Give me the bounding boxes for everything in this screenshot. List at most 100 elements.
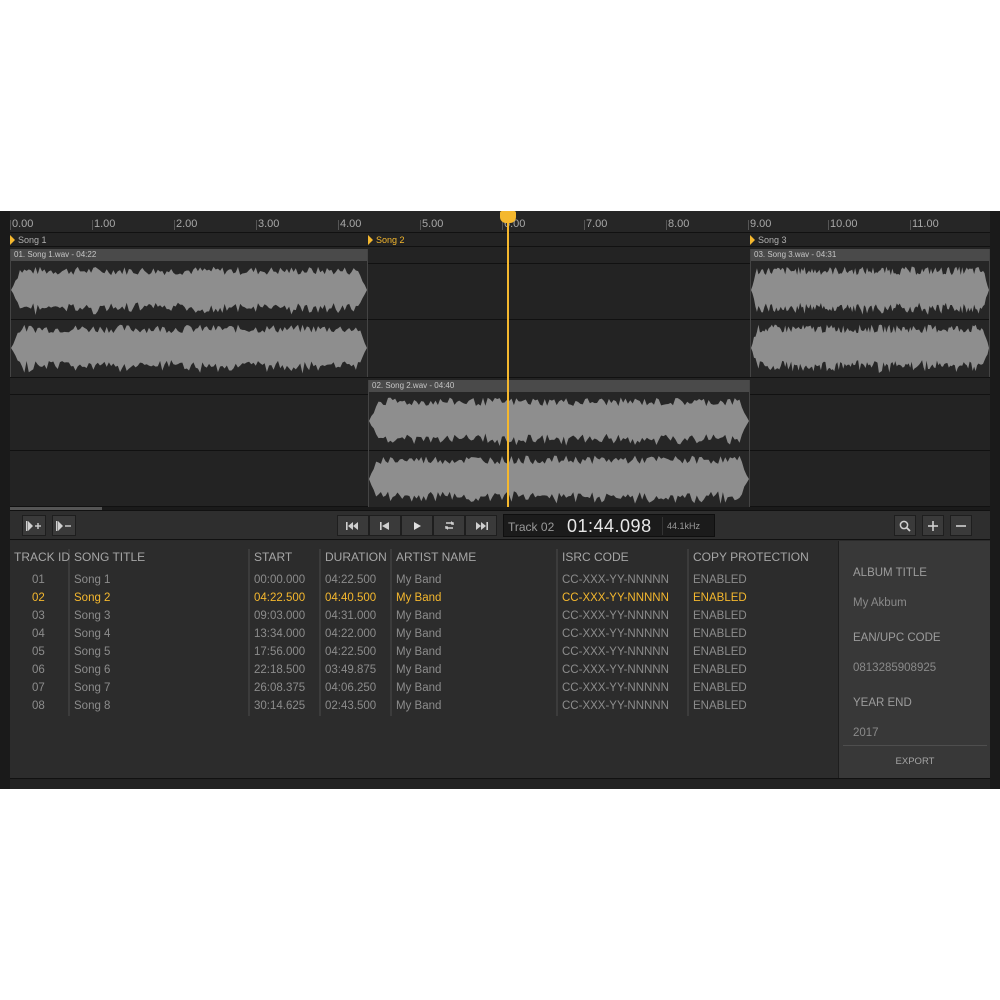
loop-button[interactable] — [433, 515, 465, 536]
cell-duration: 04:06.250 — [325, 682, 377, 694]
ruler-tick: 1.00 — [91, 218, 116, 230]
cell-isrc: CC-XXX-YY-NNNNN — [562, 682, 669, 694]
audio-clip-song-3[interactable]: 03. Song 3.wav - 04:31 — [750, 249, 990, 377]
waveform-right-channel — [11, 321, 367, 375]
cell-artist: My Band — [396, 628, 442, 640]
marker-flag-icon — [368, 235, 373, 245]
cell-isrc: CC-XXX-YY-NNNNN — [562, 610, 669, 622]
cell-song-title: Song 1 — [74, 574, 111, 586]
app-window: 0.00 1.00 2.00 3.00 4.00 5.00 6.00 7.00 … — [0, 211, 1000, 789]
cell-artist: My Band — [396, 610, 442, 622]
cell-duration: 04:22.500 — [325, 646, 377, 658]
cell-duration: 02:43.500 — [325, 700, 377, 712]
sample-rate: 44.1kHz — [662, 517, 700, 535]
header-isrc[interactable]: ISRC CODE — [562, 550, 629, 564]
cell-start: 26:08.375 — [254, 682, 306, 694]
plus-icon — [928, 520, 938, 531]
playhead-handle[interactable] — [500, 211, 516, 223]
lane-guide — [10, 394, 368, 395]
zoom-button[interactable] — [894, 515, 916, 536]
cell-protection: ENABLED — [693, 646, 747, 658]
cell-protection: ENABLED — [693, 664, 747, 676]
header-duration[interactable]: DURATION — [325, 550, 387, 564]
year-end-field[interactable]: 2017 — [853, 727, 879, 739]
cell-track-id: 03 — [32, 610, 45, 622]
ruler-tick: 5.00 — [419, 218, 444, 230]
column-separator — [319, 549, 321, 716]
current-time: 01:44.098 — [567, 516, 652, 536]
cell-song-title: Song 4 — [74, 628, 111, 640]
column-separator — [248, 549, 250, 716]
header-protection[interactable]: COPY PROTECTION — [693, 550, 809, 564]
cell-artist: My Band — [396, 682, 442, 694]
cell-track-id: 01 — [32, 574, 45, 586]
previous-track-button[interactable] — [369, 515, 401, 536]
column-separator — [390, 549, 392, 716]
cell-start: 09:03.000 — [254, 610, 306, 622]
cell-duration: 03:49.875 — [325, 664, 377, 676]
marker-song-3[interactable]: Song 3 — [750, 235, 787, 245]
cell-track-id: 06 — [32, 664, 45, 676]
audio-clip-song-2[interactable]: 02. Song 2.wav - 04:40 — [368, 380, 750, 507]
ean-label: EAN/UPC CODE — [853, 632, 941, 644]
album-title-label: ALBUM TITLE — [853, 567, 927, 579]
header-song-title[interactable]: SONG TITLE — [74, 550, 145, 564]
cell-isrc: CC-XXX-YY-NNNNN — [562, 628, 669, 640]
header-artist[interactable]: ARTIST NAME — [396, 550, 476, 564]
ruler-tick: 3.00 — [255, 218, 280, 230]
track-list-table: TRACK ID SONG TITLE START DURATION ARTIS… — [10, 541, 838, 778]
play-button[interactable] — [401, 515, 433, 536]
cell-start: 17:56.000 — [254, 646, 306, 658]
year-end-label: YEAR END — [853, 697, 912, 709]
transport-bar: Track 02 01:44.098 44.1kHz — [10, 510, 990, 540]
skip-to-end-button[interactable] — [465, 515, 497, 536]
marker-song-2[interactable]: Song 2 — [368, 235, 405, 245]
marker-label: Song 2 — [376, 235, 405, 245]
cell-track-id: 08 — [32, 700, 45, 712]
column-separator — [68, 549, 70, 716]
lane-guide — [750, 450, 990, 451]
cell-track-id: 05 — [32, 646, 45, 658]
skip-to-start-button[interactable] — [337, 515, 369, 536]
cell-track-id: 04 — [32, 628, 45, 640]
clip-title: 03. Song 3.wav - 04:31 — [751, 249, 989, 261]
ruler-tick: 2.00 — [173, 218, 198, 230]
remove-marker-button[interactable] — [52, 515, 76, 536]
lane-guide — [750, 394, 990, 395]
cell-isrc: CC-XXX-YY-NNNNN — [562, 574, 669, 586]
cell-protection: ENABLED — [693, 574, 747, 586]
album-title-field[interactable]: My Akbum — [853, 597, 907, 609]
cell-song-title: Song 2 — [74, 592, 111, 604]
header-track-id[interactable]: TRACK ID — [14, 550, 70, 564]
cell-song-title: Song 6 — [74, 664, 111, 676]
cell-protection: ENABLED — [693, 700, 747, 712]
cell-isrc: CC-XXX-YY-NNNNN — [562, 592, 669, 604]
cell-start: 04:22.500 — [254, 592, 306, 604]
previous-track-icon — [380, 521, 389, 530]
export-button[interactable]: EXPORT — [843, 745, 987, 777]
audio-clip-song-1[interactable]: 01. Song 1.wav - 04:22 — [10, 249, 368, 377]
track-area[interactable]: 01. Song 1.wav - 04:22 03. Song 3.wav - … — [10, 247, 990, 507]
ruler-tick: 7.00 — [583, 218, 608, 230]
waveform-left-channel — [369, 394, 749, 448]
zoom-out-button[interactable] — [950, 515, 972, 536]
ean-field[interactable]: 0813285908925 — [853, 662, 936, 674]
column-separator — [556, 549, 558, 716]
zoom-in-button[interactable] — [922, 515, 944, 536]
ruler-tick: 9.00 — [747, 218, 772, 230]
waveform-right-channel — [751, 321, 989, 375]
waveform-right-channel — [369, 452, 749, 506]
time-display: Track 02 01:44.098 44.1kHz — [503, 514, 715, 537]
cell-start: 22:18.500 — [254, 664, 306, 676]
marker-song-1[interactable]: Song 1 — [10, 235, 47, 245]
lane-guide — [10, 450, 368, 451]
header-start[interactable]: START — [254, 550, 292, 564]
add-marker-button[interactable] — [22, 515, 46, 536]
cell-start: 13:34.000 — [254, 628, 306, 640]
cell-track-id: 02 — [32, 592, 45, 604]
cell-song-title: Song 3 — [74, 610, 111, 622]
cell-protection: ENABLED — [693, 628, 747, 640]
playhead-line[interactable] — [507, 211, 509, 509]
cell-artist: My Band — [396, 646, 442, 658]
cell-artist: My Band — [396, 700, 442, 712]
